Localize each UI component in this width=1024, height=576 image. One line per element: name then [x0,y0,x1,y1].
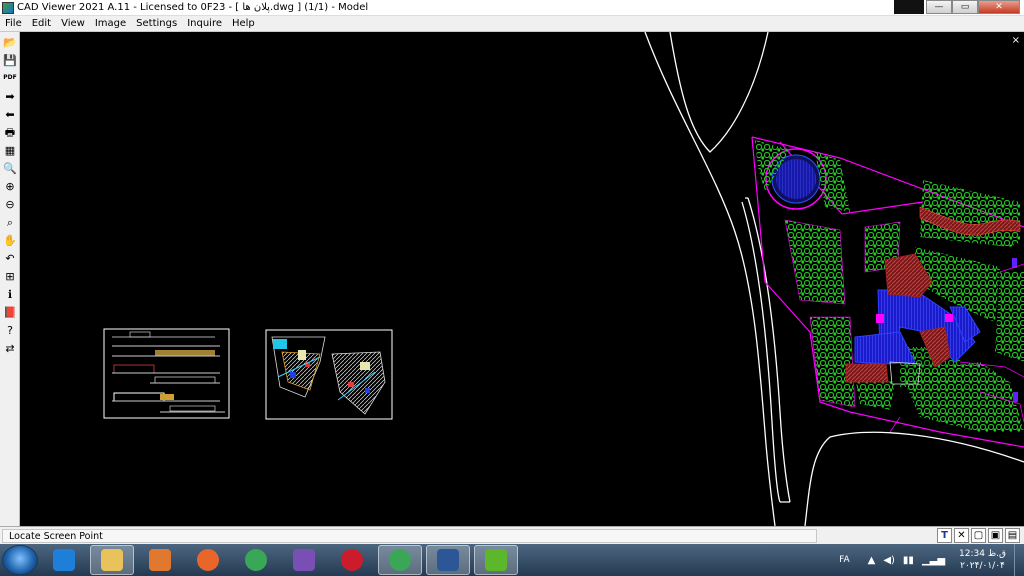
left-toolbar: 📂 💾 PDF ➡ ⬅ 🖶 ▦ 🔍 ⊕ ⊖ ⌕ ✋ ↶ ⊞ ℹ 📕? ⇄ [0,32,20,526]
firefox-icon [197,549,219,571]
clock-time: 12:34 ق.ظ [959,549,1006,559]
opera-icon [341,549,363,571]
window-title: CAD Viewer 2021 A.11 - Licensed to 0F23 … [17,2,369,13]
menu-bar: File Edit View Image Settings Inquire He… [0,16,1024,32]
taskbar-word[interactable] [426,545,470,575]
internet-explorer-icon [53,549,75,571]
export-icon[interactable]: ⇄ [2,340,18,356]
taskbar-cad-viewer[interactable] [474,545,518,575]
window-tool-button[interactable]: ▣ [988,528,1003,543]
app-icon [2,1,14,14]
volume-icon[interactable]: ◀) [883,555,895,566]
maximize-button[interactable]: ▭ [952,0,978,14]
signal-icon[interactable]: ▁▃▅ [922,555,945,566]
status-buttons: T ✕ ▢ ▣ ▤ [937,528,1020,543]
taskbar-file-explorer[interactable] [90,545,134,575]
clock[interactable]: 12:34 ق.ظ ۲۰۲۴/۰۱/۰۴ [959,548,1006,572]
window-controls: — ▭ ✕ [926,0,1020,14]
clock-date: ۲۰۲۴/۰۱/۰۴ [960,561,1005,571]
undo-icon[interactable]: ↶ [2,250,18,266]
taskbar-firefox[interactable] [186,545,230,575]
menu-help[interactable]: Help [227,16,260,32]
zoom-icon[interactable]: 🔍 [2,160,18,176]
zoom-in-icon[interactable]: ⊕ [2,178,18,194]
language-indicator[interactable]: FA [839,555,850,565]
info-icon[interactable]: ℹ [2,286,18,302]
taskbar-opera[interactable] [330,545,374,575]
status-bar: Locate Screen Point T ✕ ▢ ▣ ▤ [0,526,1024,544]
system-tray: FA ▲ ◀) ▮▮ ▁▃▅ 12:34 ق.ظ ۲۰۲۴/۰۱/۰۴ [839,544,1024,576]
pdf-icon[interactable]: PDF [2,70,18,86]
cad-drawing [103,32,1024,526]
canvas-close-icon[interactable]: × [1012,35,1020,46]
taskbar-media-player[interactable] [138,545,182,575]
text-tool-button[interactable]: T [937,528,952,543]
title-bar: CAD Viewer 2021 A.11 - Licensed to 0F23 … [0,0,1024,16]
tray-expand-icon[interactable]: ▲ [868,555,876,566]
cad-viewer-icon [485,549,507,571]
show-desktop-button[interactable] [1014,544,1024,576]
layout-tool-button[interactable]: ▤ [1005,528,1020,543]
save-icon[interactable]: 💾 [2,52,18,68]
sheet-plans[interactable] [265,329,393,420]
taskbar-chrome-profile[interactable] [378,545,422,575]
title-bar-strip [894,0,924,14]
taskbar-visual-studio[interactable] [282,545,326,575]
chrome-icon [245,549,267,571]
pan-hand-icon[interactable]: ✋ [2,232,18,248]
word-icon [437,549,459,571]
status-text: Locate Screen Point [2,528,817,543]
print-icon[interactable]: 🖶 [2,124,18,140]
minimize-button[interactable]: — [926,0,952,14]
close-button[interactable]: ✕ [978,0,1020,14]
zoom-out-icon[interactable]: ⊖ [2,196,18,212]
file-explorer-icon [101,549,123,571]
drawing-canvas[interactable]: × [20,32,1024,526]
media-player-icon [149,549,171,571]
layers-icon[interactable]: ▦ [2,142,18,158]
open-folder-icon[interactable]: 📂 [2,34,18,50]
frame-tool-button[interactable]: ▢ [971,528,986,543]
measure-icon[interactable]: ⊞ [2,268,18,284]
chrome-profile-icon [389,549,411,571]
taskbar-apps [38,545,518,575]
help-icon[interactable]: ? [2,322,18,338]
taskbar-chrome[interactable] [234,545,278,575]
visual-studio-icon [293,549,315,571]
menu-settings[interactable]: Settings [131,16,182,32]
taskbar: FA ▲ ◀) ▮▮ ▁▃▅ 12:34 ق.ظ ۲۰۲۴/۰۱/۰۴ [0,544,1024,576]
taskbar-internet-explorer[interactable] [42,545,86,575]
sheet-elevations[interactable] [103,328,230,419]
menu-image[interactable]: Image [90,16,131,32]
menu-edit[interactable]: Edit [27,16,56,32]
cancel-tool-button[interactable]: ✕ [954,528,969,543]
menu-inquire[interactable]: Inquire [182,16,227,32]
book-icon[interactable]: 📕 [2,304,18,320]
arrow-left-icon[interactable]: ⬅ [2,106,18,122]
menu-file[interactable]: File [0,16,27,32]
start-button[interactable] [2,545,38,575]
arrow-right-icon[interactable]: ➡ [2,88,18,104]
network-icon[interactable]: ▮▮ [903,555,914,566]
zoom-window-icon[interactable]: ⌕ [2,214,18,230]
menu-view[interactable]: View [56,16,90,32]
